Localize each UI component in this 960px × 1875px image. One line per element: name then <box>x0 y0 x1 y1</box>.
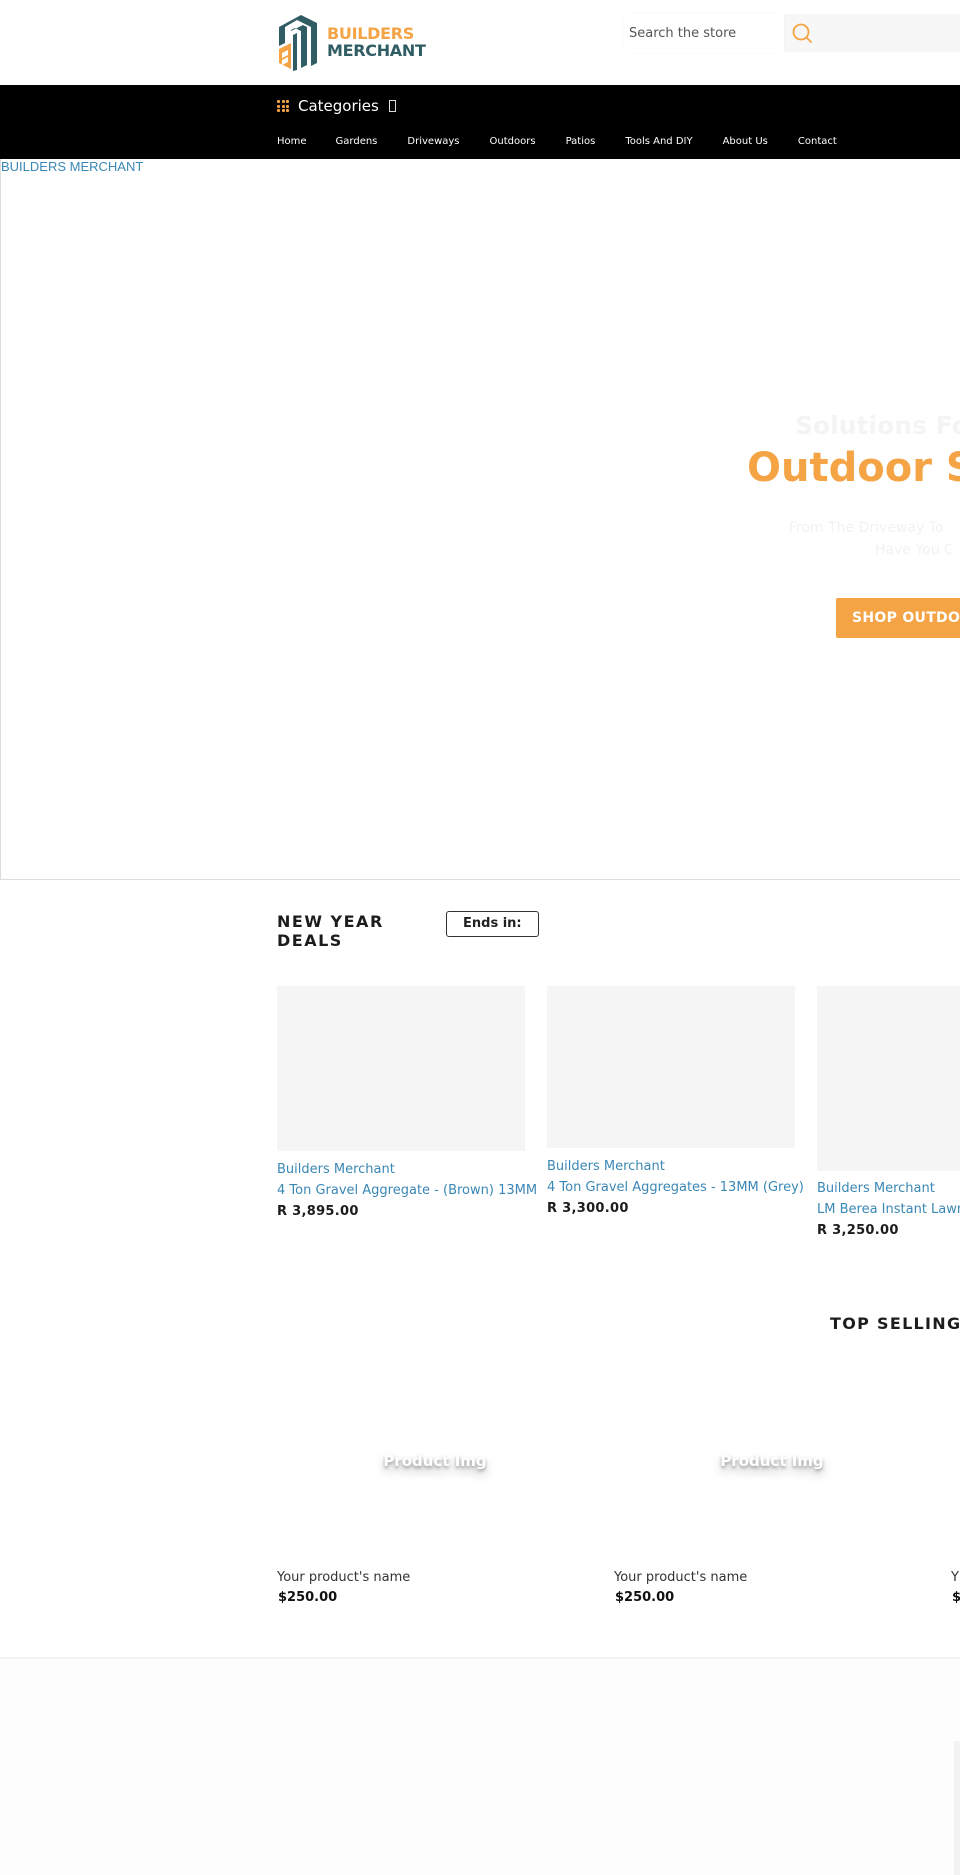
nav-item-outdoors[interactable]: Outdoors <box>490 136 536 147</box>
product-image-label: Product Img <box>720 1452 824 1470</box>
logo-mark-icon <box>279 15 317 71</box>
product-image-placeholder[interactable]: Product Img <box>285 1452 585 1552</box>
product-title[interactable]: LM Berea Instant Lawn - <box>817 1199 960 1220</box>
product-image[interactable] <box>547 986 795 1148</box>
chevron-down-icon <box>388 100 396 112</box>
logo-line-1: BUILDERS <box>327 24 414 43</box>
categories-label: Categories <box>298 97 379 115</box>
footer-section <box>0 1659 960 1875</box>
shop-outdoor-button[interactable]: SHOP OUTDOO <box>836 598 960 638</box>
product-title[interactable]: Y <box>951 1570 959 1585</box>
site-logo[interactable]: BUILDERS MERCHANT <box>277 13 427 71</box>
nav-item-tools-and-diy[interactable]: Tools And DIY <box>625 136 692 147</box>
product-image[interactable] <box>277 986 525 1151</box>
hero-title: Outdoor S <box>747 445 960 491</box>
product-image[interactable] <box>817 986 960 1171</box>
deals-heading: NEW YEAR DEALS <box>277 912 384 950</box>
nav-item-home[interactable]: Home <box>277 136 307 147</box>
logo-text: BUILDERS MERCHANT <box>327 25 426 59</box>
nav-item-patios[interactable]: Patios <box>566 136 596 147</box>
product-price: $250.00 <box>615 1590 675 1605</box>
hero-image-alt: BUILDERS MERCHANT <box>1 159 144 174</box>
product-price: $250.00 <box>278 1590 338 1605</box>
search-input[interactable] <box>624 14 784 52</box>
product-title[interactable]: 4 Ton Gravel Aggregate - (Brown) 13MM <box>277 1180 537 1201</box>
nav-item-contact[interactable]: Contact <box>798 136 837 147</box>
search-bar <box>624 14 960 52</box>
product-vendor[interactable]: Builders Merchant <box>817 1178 960 1199</box>
hero-description-line-1: From The Driveway To <box>789 520 944 536</box>
product-image-label: Product Img <box>383 1452 487 1470</box>
deal-product-card[interactable]: Builders Merchant 4 Ton Gravel Aggregate… <box>547 986 804 1219</box>
footer-side-panel <box>954 1741 960 1875</box>
product-price: $ <box>952 1590 960 1605</box>
logo-line-2: MERCHANT <box>327 41 426 60</box>
product-image-placeholder[interactable]: Product Img <box>622 1452 922 1552</box>
search-icon <box>792 23 812 43</box>
search-button[interactable] <box>789 20 817 48</box>
main-navigation: Categories Home Gardens Driveways Outdoo… <box>0 85 960 159</box>
product-vendor[interactable]: Builders Merchant <box>547 1156 795 1177</box>
deal-product-card[interactable]: Builders Merchant LM Berea Instant Lawn … <box>817 986 960 1241</box>
hero-subtitle: Solutions For <box>795 411 960 440</box>
top-selling-heading: TOP SELLING P <box>830 1314 960 1333</box>
product-vendor[interactable]: Builders Merchant <box>277 1159 525 1180</box>
product-price: R 3,895.00 <box>277 1204 359 1219</box>
grid-icon <box>277 100 289 112</box>
nav-menu: Home Gardens Driveways Outdoors Patios T… <box>277 136 867 147</box>
nav-item-about-us[interactable]: About Us <box>723 136 768 147</box>
categories-toggle[interactable]: Categories <box>277 93 396 119</box>
product-price: R 3,300.00 <box>547 1201 629 1216</box>
hero-banner: BUILDERS MERCHANT Solutions For Outdoor … <box>0 159 960 880</box>
product-title[interactable]: Your product's name <box>614 1570 747 1585</box>
deal-product-card[interactable]: Builders Merchant 4 Ton Gravel Aggregate… <box>277 986 537 1222</box>
site-header: BUILDERS MERCHANT <box>0 0 960 85</box>
product-title[interactable]: 4 Ton Gravel Aggregates - 13MM (Grey) <box>547 1177 804 1198</box>
countdown-timer: Ends in: <box>446 911 539 937</box>
product-price: R 3,250.00 <box>817 1223 899 1238</box>
nav-item-driveways[interactable]: Driveways <box>407 136 459 147</box>
nav-item-gardens[interactable]: Gardens <box>336 136 378 147</box>
hero-description-line-2: Have You C <box>875 542 954 558</box>
product-title[interactable]: Your product's name <box>277 1570 410 1585</box>
